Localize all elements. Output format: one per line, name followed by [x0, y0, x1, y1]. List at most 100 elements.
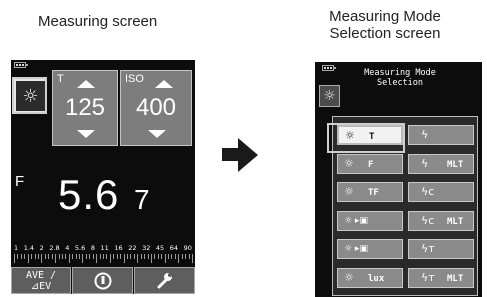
scale-tick [89, 254, 91, 259]
ev-label: ⊿EV [30, 281, 52, 292]
scale-tick [79, 254, 81, 259]
scale-tick [126, 254, 128, 259]
scale-tick [96, 254, 98, 263]
aperture-scale: 1 1.4 2 2.8 4 5.6 8 11 16 22 32 45 64 90 [14, 244, 192, 252]
scale-tick [65, 254, 67, 259]
mode-option[interactable]: ☼ ▸▣ [337, 239, 403, 259]
scale-tick [116, 254, 118, 259]
iso-down-arrow-icon[interactable] [148, 130, 166, 138]
mode-selection-screen: Measuring Mode Selection ☼ ☼ Tϟ ☼ Fϟ MLT ☼ TF ϟ… [315, 62, 482, 297]
aperture-scale-label: 11 [100, 244, 109, 252]
mode-option-label: lux [368, 273, 385, 284]
scale-tick [113, 254, 115, 259]
scale-tick [24, 254, 26, 259]
measuring-screen-caption: Measuring screen [38, 13, 158, 30]
scale-tick [72, 254, 74, 259]
f-label: F [15, 173, 25, 190]
scale-tick [188, 254, 190, 259]
t-up-arrow-icon[interactable] [77, 80, 95, 88]
scale-tick [41, 254, 43, 263]
mode-option[interactable]: ☼ ▸▣ [337, 210, 403, 231]
flash-icon: ϟ [421, 128, 429, 141]
mode-option-label: MLT [447, 159, 464, 170]
sun-icon: ☼ [344, 270, 354, 284]
shutter-speed-panel: T 125 [52, 70, 118, 146]
flash-c-icon: ϟc [421, 185, 435, 198]
scale-tick [109, 254, 111, 263]
scale-tick [44, 254, 46, 259]
scale-tick [185, 254, 187, 259]
mode-option[interactable]: ϟт [408, 239, 474, 259]
scale-tick [61, 254, 63, 259]
scale-tick [51, 254, 53, 259]
ave-ev-button[interactable]: AVE / ⊿EV [11, 267, 71, 294]
scale-tick [82, 254, 84, 263]
scale-tick [171, 254, 173, 259]
aperture-scale-label: 64 [169, 244, 179, 252]
memory-icon [94, 272, 111, 290]
memory-button[interactable] [72, 267, 133, 294]
f-number-tenths: 7 [134, 184, 150, 215]
scale-tick [37, 254, 39, 259]
aperture-scale-label: 2 [39, 244, 44, 252]
mode-selection-screen-caption: Measuring Mode Selection screen [329, 8, 441, 42]
scale-tick [174, 254, 176, 259]
mode-option[interactable]: ϟ MLT [408, 153, 474, 174]
flash-t-icon: ϟт [421, 242, 435, 255]
iso-up-arrow-icon[interactable] [155, 80, 173, 88]
mode-option-label: MLT [447, 216, 464, 227]
aperture-scale-label: 4 [65, 244, 70, 252]
scale-tick [144, 254, 146, 259]
scale-tick [137, 254, 139, 263]
scale-tick [75, 254, 77, 259]
mode-option[interactable]: ☼ lux [337, 267, 403, 288]
flash-t-icon: ϟт [421, 270, 435, 284]
sun-meter-icon: ☼ ▸▣ [344, 244, 368, 254]
scale-tick [147, 254, 149, 259]
aperture-scale-label: 2.8 [49, 244, 60, 252]
mode-option[interactable]: ϟ [408, 125, 474, 145]
aperture-scale-label: 1.4 [23, 244, 35, 252]
scale-tick [68, 254, 70, 263]
mode-icon-highlight [12, 77, 47, 114]
scale-tick [154, 254, 156, 259]
t-label: T [57, 73, 64, 85]
t-down-arrow-icon[interactable] [77, 130, 95, 138]
scale-tick [58, 254, 60, 259]
scale-tick [140, 254, 142, 259]
transition-arrow [222, 148, 239, 161]
sun-icon: ☼ [344, 156, 354, 170]
aperture-scale-label: 90 [183, 244, 192, 252]
scale-tick [27, 254, 29, 263]
tool-button[interactable] [134, 267, 195, 294]
sun-meter-icon: ☼ ▸▣ [344, 215, 368, 226]
mode-option[interactable]: ☼ TF [337, 182, 403, 202]
scale-tick [130, 254, 132, 259]
aperture-scale-label: 16 [114, 244, 123, 252]
shutter-speed-value: 125 [64, 94, 106, 121]
mode-option[interactable]: ϟт MLT [408, 267, 474, 288]
mode-option-label: F [368, 159, 374, 170]
scale-tick [85, 254, 87, 259]
scale-tick [20, 254, 22, 259]
mode-option-label: MLT [447, 273, 464, 284]
battery-icon [322, 65, 336, 71]
aperture-scale-label: 45 [155, 244, 165, 252]
scale-tick [192, 254, 193, 263]
current-mode-button[interactable]: ☼ [319, 85, 340, 107]
mode-option[interactable]: ϟc MLT [408, 210, 474, 231]
iso-value: 400 [135, 94, 177, 121]
ave-label: AVE / [25, 270, 57, 281]
mode-option[interactable]: ☼ F [337, 153, 403, 174]
mode-option[interactable]: ϟc [408, 182, 474, 202]
iso-label: ISO [125, 73, 144, 85]
scale-tick [103, 254, 104, 259]
scale-tick [92, 254, 94, 259]
scale-tick [161, 254, 163, 259]
scale-tick [99, 254, 101, 259]
wrench-icon [157, 273, 172, 289]
scale-tick [178, 254, 180, 263]
transition-arrow-head [238, 138, 258, 172]
aperture-scale-label: 32 [142, 244, 151, 252]
scale-tick [168, 254, 170, 259]
